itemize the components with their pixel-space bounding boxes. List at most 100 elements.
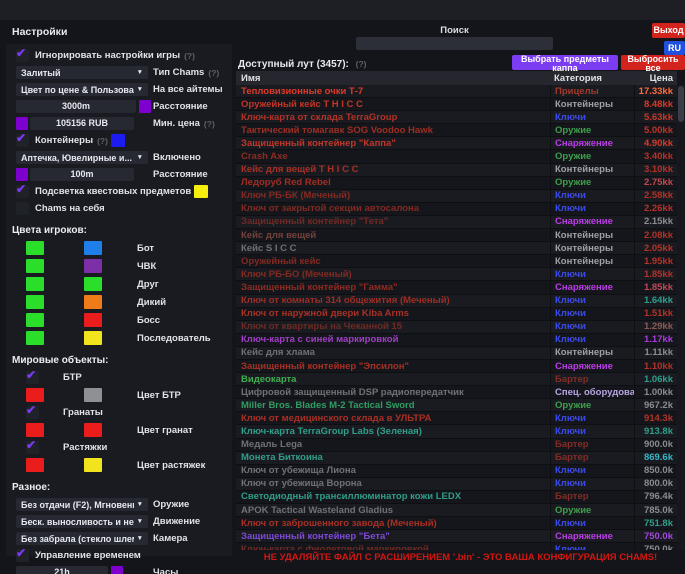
table-row[interactable]: Ключ от закрытой секции автосалонаКлючи2…: [236, 203, 677, 216]
items-distance-input[interactable]: 3000m: [16, 100, 136, 113]
time-control-checkbox[interactable]: [16, 549, 29, 562]
misc-dropdown[interactable]: Без забрала (стекло шлема)▼: [16, 532, 148, 545]
table-row[interactable]: Ключ от наружной двери Kiba ArmsКлючи1.5…: [236, 308, 677, 321]
misc-dropdown-label: Оружие: [153, 499, 189, 510]
item-price: 914.3k: [634, 412, 677, 424]
table-row[interactable]: Ключ от квартиры на Чеканной 15Ключи1.29…: [236, 321, 677, 334]
table-row[interactable]: Защищенный контейнер "Эпсилон"Снаряжение…: [236, 360, 677, 373]
hidden-color-swatch[interactable]: [84, 423, 102, 437]
min-price-input[interactable]: 105156 RUB: [30, 117, 134, 130]
language-toggle-button[interactable]: RU: [664, 41, 685, 55]
loot-filter-dropdown[interactable]: Аптечка, Ювелирные и...▼: [16, 151, 148, 164]
visible-color-swatch[interactable]: [26, 277, 44, 291]
table-row[interactable]: ВидеокартаБартер1.06kk: [236, 373, 677, 386]
select-kappa-items-button[interactable]: Выбрать предметы каппа: [512, 55, 618, 70]
table-row[interactable]: Miller Bros. Blades M-2 Tactical SwordОр…: [236, 399, 677, 412]
table-row[interactable]: Защищенный контейнер "Бета"Снаряжение750…: [236, 530, 677, 543]
chevron-down-icon: ▼: [137, 501, 143, 508]
chevron-down-icon: ▼: [137, 518, 143, 525]
misc-dropdown[interactable]: Без отдачи (F2), Мгновенное п▼: [16, 498, 148, 511]
table-row[interactable]: Ключ от убежища ЛионаКлючи850.0k: [236, 465, 677, 478]
visible-color-swatch[interactable]: [26, 259, 44, 273]
world-object-checkbox[interactable]: [26, 406, 39, 419]
world-object-toggle-row: Гранаты: [12, 406, 226, 419]
containers-color-swatch[interactable]: [111, 134, 125, 147]
table-row[interactable]: Ключ от комнаты 314 общежития (Меченый)К…: [236, 295, 677, 308]
hidden-color-swatch[interactable]: [84, 388, 102, 402]
table-row[interactable]: Crash AxeОружие3.40kk: [236, 150, 677, 163]
table-row[interactable]: Цифровой защищенный DSP радиопередатчикС…: [236, 386, 677, 399]
column-header-name[interactable]: Имя: [236, 71, 550, 85]
table-row[interactable]: Ключ от заброшенного завода (Меченый)Клю…: [236, 517, 677, 530]
table-scrollbar[interactable]: [677, 85, 685, 550]
containers-checkbox[interactable]: [16, 134, 29, 147]
table-row[interactable]: Монета БиткоинаБартер869.6k: [236, 452, 677, 465]
table-row[interactable]: Защищенный контейнер "Тета"Снаряжение2.1…: [236, 216, 677, 229]
table-row[interactable]: Ключ-карта с синей маркировкойКлючи1.17k…: [236, 334, 677, 347]
drop-all-button[interactable]: Выбросить все: [621, 55, 685, 70]
world-objects-list: БТРЦвет БТРГранатыЦвет гранатРастяжкиЦве…: [12, 371, 226, 472]
table-row[interactable]: Ключ-карта TerraGroup Labs (Зеленая)Ключ…: [236, 425, 677, 438]
hidden-color-swatch[interactable]: [84, 313, 102, 327]
items-distance-color-swatch[interactable]: [139, 100, 151, 113]
item-price: 1.51kk: [634, 308, 677, 320]
loot-distance-color-swatch[interactable]: [16, 168, 28, 181]
table-row[interactable]: Тепловизионные очки Т-7Прицелы17.33kk: [236, 85, 677, 98]
visible-color-swatch[interactable]: [26, 295, 44, 309]
table-row[interactable]: Оружейный кейсКонтейнеры1.95kk: [236, 255, 677, 268]
visible-color-swatch[interactable]: [26, 388, 44, 402]
hidden-color-swatch[interactable]: [84, 241, 102, 255]
visible-color-swatch[interactable]: [26, 241, 44, 255]
misc-dropdown-row: Без отдачи (F2), Мгновенное п▼ Оружие: [12, 498, 226, 511]
world-object-checkbox[interactable]: [26, 441, 39, 454]
chams-self-label: Chams на себя: [35, 203, 105, 214]
table-row[interactable]: Кейс для хламаКонтейнеры1.11kk: [236, 347, 677, 360]
column-header-category[interactable]: Категория: [550, 71, 634, 85]
table-row[interactable]: APOK Tactical Wasteland GladiusОружие785…: [236, 504, 677, 517]
item-category: Прицелы: [550, 85, 634, 97]
hours-input[interactable]: 21h: [16, 566, 108, 574]
hidden-color-swatch[interactable]: [84, 331, 102, 345]
ignore-game-settings-checkbox[interactable]: [16, 49, 29, 62]
hidden-color-swatch[interactable]: [84, 277, 102, 291]
table-row[interactable]: Защищенный контейнер "Каппа"Снаряжение4.…: [236, 137, 677, 150]
table-row[interactable]: Защищенный контейнер "Гамма"Снаряжение1.…: [236, 281, 677, 294]
scrollbar-thumb[interactable]: [678, 86, 684, 122]
table-row[interactable]: Ключ-карта от склада TerraGroupКлючи5.63…: [236, 111, 677, 124]
chams-self-checkbox[interactable]: [16, 202, 29, 215]
quest-items-checkbox[interactable]: [16, 185, 29, 198]
table-row[interactable]: Ключ от медицинского склада в УЛЬТРАКлюч…: [236, 412, 677, 425]
hours-color-swatch[interactable]: [111, 566, 123, 574]
item-name: Ключ-карта TerraGroup Labs (Зеленая): [236, 425, 550, 437]
table-row[interactable]: Кейс S I C CКонтейнеры2.05kk: [236, 242, 677, 255]
column-header-price[interactable]: Цена: [634, 71, 677, 85]
misc-dropdown[interactable]: Беск. выносливость и нет уста▼: [16, 515, 148, 528]
exit-button[interactable]: Выход: [652, 23, 685, 38]
visible-color-swatch[interactable]: [26, 313, 44, 327]
world-object-checkbox[interactable]: [26, 371, 39, 384]
table-row[interactable]: Медаль LegaБартер900.0k: [236, 439, 677, 452]
quest-items-color-swatch[interactable]: [194, 185, 208, 198]
table-row[interactable]: Оружейный кейс T H I C CКонтейнеры8.48kk: [236, 98, 677, 111]
search-input[interactable]: [356, 37, 553, 50]
table-row[interactable]: Кейс для вещейКонтейнеры2.08kk: [236, 229, 677, 242]
table-row[interactable]: Кейс для вещей T H I C CКонтейнеры3.10kk: [236, 164, 677, 177]
item-price: 1.85kk: [634, 268, 677, 280]
table-row[interactable]: Ледоруб Red RebelОружие2.75kk: [236, 177, 677, 190]
visible-color-swatch[interactable]: [26, 423, 44, 437]
chams-type-dropdown[interactable]: Залитый▼: [16, 66, 148, 79]
table-row[interactable]: Ключ от убежища ВоронаКлючи800.0k: [236, 478, 677, 491]
table-row[interactable]: Ключ-карта с фиолетовой маркировкойКлючи…: [236, 543, 677, 550]
visible-color-swatch[interactable]: [26, 458, 44, 472]
hidden-color-swatch[interactable]: [84, 458, 102, 472]
loot-distance-input[interactable]: 100m: [30, 168, 134, 181]
table-row[interactable]: Светодиодный трансиллюминатор кожи LEDXБ…: [236, 491, 677, 504]
table-row[interactable]: Ключ РБ-БО (Меченый)Ключи1.85kk: [236, 268, 677, 281]
table-row[interactable]: Ключ РБ-БК (Меченый)Ключи2.58kk: [236, 190, 677, 203]
hidden-color-swatch[interactable]: [84, 259, 102, 273]
items-color-mode-dropdown[interactable]: Цвет по цене & Пользователь▼: [16, 83, 148, 96]
visible-color-swatch[interactable]: [26, 331, 44, 345]
table-row[interactable]: Тактический томагавк SOG Voodoo HawkОруж…: [236, 124, 677, 137]
hidden-color-swatch[interactable]: [84, 295, 102, 309]
min-price-color-swatch[interactable]: [16, 117, 28, 130]
